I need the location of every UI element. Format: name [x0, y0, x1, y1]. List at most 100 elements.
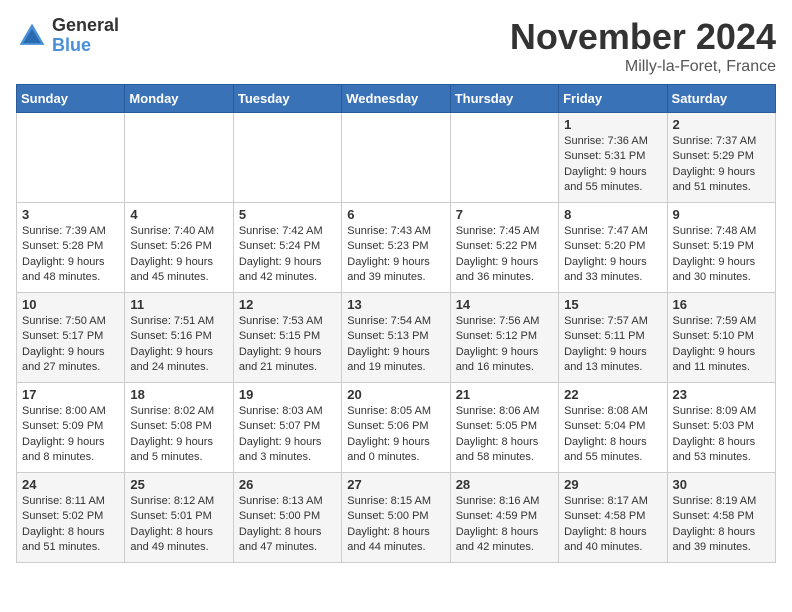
day-info: Sunrise: 8:12 AM Sunset: 5:01 PM Dayligh…	[130, 494, 227, 556]
day-number: 25	[130, 477, 227, 492]
day-info: Sunrise: 8:19 AM Sunset: 4:58 PM Dayligh…	[673, 494, 770, 556]
calendar-day-cell: 21Sunrise: 8:06 AM Sunset: 5:05 PM Dayli…	[450, 383, 558, 473]
calendar-day-cell: 30 Sunrise: 8:19 AM Sunset: 4:58 PM Dayli…	[667, 473, 775, 563]
day-info: Sunrise: 7:42 AM Sunset: 5:24 PM Dayligh…	[239, 224, 336, 286]
calendar-day-cell: 17 Sunrise: 8:00 AM Sunset: 5:09 PM Dayli…	[17, 383, 125, 473]
column-header-thursday: Thursday	[450, 85, 558, 113]
logo-icon	[16, 20, 48, 52]
day-info: Sunrise: 7:57 AM Sunset: 5:11 PM Dayligh…	[564, 314, 661, 376]
column-header-friday: Friday	[559, 85, 667, 113]
calendar-day-cell	[125, 113, 233, 203]
day-number: 22	[564, 387, 661, 402]
day-info: Sunrise: 8:17 AM Sunset: 4:58 PM Dayligh…	[564, 494, 661, 556]
day-info: Sunrise: 7:59 AM Sunset: 5:10 PM Dayligh…	[673, 314, 770, 376]
day-number: 6	[347, 207, 444, 222]
calendar-week-row: 10Sunrise: 7:50 AM Sunset: 5:17 PM Dayli…	[17, 293, 776, 383]
day-number: 28	[456, 477, 553, 492]
day-number: 11	[130, 297, 227, 312]
day-number: 15	[564, 297, 661, 312]
day-info: Sunrise: 7:40 AM Sunset: 5:26 PM Dayligh…	[130, 224, 227, 286]
calendar-header-row: SundayMondayTuesdayWednesdayThursdayFrid…	[17, 85, 776, 113]
day-number: 17	[22, 387, 119, 402]
calendar-day-cell: 20 Sunrise: 8:05 AM Sunset: 5:06 PM Dayli…	[342, 383, 450, 473]
day-info: Sunrise: 8:02 AM Sunset: 5:08 PM Dayligh…	[130, 404, 227, 466]
calendar-day-cell: 12Sunrise: 7:53 AM Sunset: 5:15 PM Dayli…	[233, 293, 341, 383]
day-number: 30	[673, 477, 770, 492]
calendar-day-cell: 16 Sunrise: 7:59 AM Sunset: 5:10 PM Dayli…	[667, 293, 775, 383]
day-info: Sunrise: 8:05 AM Sunset: 5:06 PM Dayligh…	[347, 404, 444, 466]
calendar-day-cell: 14 Sunrise: 7:56 AM Sunset: 5:12 PM Dayli…	[450, 293, 558, 383]
logo-text: General Blue	[52, 16, 119, 56]
day-number: 23	[673, 387, 770, 402]
day-info: Sunrise: 7:45 AM Sunset: 5:22 PM Dayligh…	[456, 224, 553, 286]
day-info: Sunrise: 7:39 AM Sunset: 5:28 PM Dayligh…	[22, 224, 119, 286]
calendar-day-cell: 9 Sunrise: 7:48 AM Sunset: 5:19 PM Daylig…	[667, 203, 775, 293]
calendar-day-cell	[17, 113, 125, 203]
calendar-day-cell: 6Sunrise: 7:43 AM Sunset: 5:23 PM Daylig…	[342, 203, 450, 293]
day-info: Sunrise: 8:00 AM Sunset: 5:09 PM Dayligh…	[22, 404, 119, 466]
day-info: Sunrise: 7:37 AM Sunset: 5:29 PM Dayligh…	[673, 134, 770, 196]
calendar-day-cell: 25 Sunrise: 8:12 AM Sunset: 5:01 PM Dayli…	[125, 473, 233, 563]
day-number: 8	[564, 207, 661, 222]
day-number: 9	[673, 207, 770, 222]
day-number: 3	[22, 207, 119, 222]
page-header: General Blue November 2024 Milly-la-Fore…	[16, 16, 776, 76]
day-number: 4	[130, 207, 227, 222]
day-number: 14	[456, 297, 553, 312]
day-info: Sunrise: 8:13 AM Sunset: 5:00 PM Dayligh…	[239, 494, 336, 556]
calendar-week-row: 3 Sunrise: 7:39 AM Sunset: 5:28 PM Daylig…	[17, 203, 776, 293]
day-number: 26	[239, 477, 336, 492]
day-number: 18	[130, 387, 227, 402]
location-subtitle: Milly-la-Foret, France	[510, 58, 776, 76]
day-info: Sunrise: 7:47 AM Sunset: 5:20 PM Dayligh…	[564, 224, 661, 286]
calendar-table: SundayMondayTuesdayWednesdayThursdayFrid…	[16, 84, 776, 563]
day-number: 13	[347, 297, 444, 312]
day-number: 10	[22, 297, 119, 312]
day-info: Sunrise: 8:16 AM Sunset: 4:59 PM Dayligh…	[456, 494, 553, 556]
calendar-day-cell: 24Sunrise: 8:11 AM Sunset: 5:02 PM Dayli…	[17, 473, 125, 563]
day-number: 19	[239, 387, 336, 402]
calendar-day-cell: 8 Sunrise: 7:47 AM Sunset: 5:20 PM Daylig…	[559, 203, 667, 293]
calendar-day-cell	[233, 113, 341, 203]
calendar-day-cell: 10Sunrise: 7:50 AM Sunset: 5:17 PM Dayli…	[17, 293, 125, 383]
calendar-day-cell: 3 Sunrise: 7:39 AM Sunset: 5:28 PM Daylig…	[17, 203, 125, 293]
calendar-day-cell: 26 Sunrise: 8:13 AM Sunset: 5:00 PM Dayli…	[233, 473, 341, 563]
month-title: November 2024	[510, 16, 776, 58]
calendar-day-cell: 23 Sunrise: 8:09 AM Sunset: 5:03 PM Dayli…	[667, 383, 775, 473]
logo-general: General	[52, 16, 119, 36]
day-number: 16	[673, 297, 770, 312]
column-header-monday: Monday	[125, 85, 233, 113]
day-number: 1	[564, 117, 661, 132]
day-info: Sunrise: 8:09 AM Sunset: 5:03 PM Dayligh…	[673, 404, 770, 466]
column-header-sunday: Sunday	[17, 85, 125, 113]
column-header-saturday: Saturday	[667, 85, 775, 113]
day-info: Sunrise: 8:11 AM Sunset: 5:02 PM Dayligh…	[22, 494, 119, 556]
calendar-day-cell: 1 Sunrise: 7:36 AM Sunset: 5:31 PM Daylig…	[559, 113, 667, 203]
logo: General Blue	[16, 16, 119, 56]
day-info: Sunrise: 7:56 AM Sunset: 5:12 PM Dayligh…	[456, 314, 553, 376]
day-info: Sunrise: 7:36 AM Sunset: 5:31 PM Dayligh…	[564, 134, 661, 196]
calendar-day-cell: 29 Sunrise: 8:17 AM Sunset: 4:58 PM Dayli…	[559, 473, 667, 563]
calendar-day-cell: 5 Sunrise: 7:42 AM Sunset: 5:24 PM Daylig…	[233, 203, 341, 293]
day-number: 21	[456, 387, 553, 402]
day-number: 20	[347, 387, 444, 402]
day-number: 29	[564, 477, 661, 492]
calendar-day-cell: 18 Sunrise: 8:02 AM Sunset: 5:08 PM Dayli…	[125, 383, 233, 473]
title-block: November 2024 Milly-la-Foret, France	[510, 16, 776, 76]
calendar-day-cell: 4 Sunrise: 7:40 AM Sunset: 5:26 PM Daylig…	[125, 203, 233, 293]
calendar-day-cell: 28 Sunrise: 8:16 AM Sunset: 4:59 PM Dayli…	[450, 473, 558, 563]
calendar-day-cell: 7Sunrise: 7:45 AM Sunset: 5:22 PM Daylig…	[450, 203, 558, 293]
day-info: Sunrise: 7:48 AM Sunset: 5:19 PM Dayligh…	[673, 224, 770, 286]
calendar-day-cell: 19Sunrise: 8:03 AM Sunset: 5:07 PM Dayli…	[233, 383, 341, 473]
calendar-day-cell	[342, 113, 450, 203]
day-number: 5	[239, 207, 336, 222]
day-info: Sunrise: 7:54 AM Sunset: 5:13 PM Dayligh…	[347, 314, 444, 376]
column-header-tuesday: Tuesday	[233, 85, 341, 113]
logo-blue: Blue	[52, 36, 119, 56]
calendar-week-row: 17 Sunrise: 8:00 AM Sunset: 5:09 PM Dayli…	[17, 383, 776, 473]
day-info: Sunrise: 7:51 AM Sunset: 5:16 PM Dayligh…	[130, 314, 227, 376]
day-number: 12	[239, 297, 336, 312]
calendar-day-cell: 13 Sunrise: 7:54 AM Sunset: 5:13 PM Dayli…	[342, 293, 450, 383]
calendar-day-cell	[450, 113, 558, 203]
day-number: 27	[347, 477, 444, 492]
